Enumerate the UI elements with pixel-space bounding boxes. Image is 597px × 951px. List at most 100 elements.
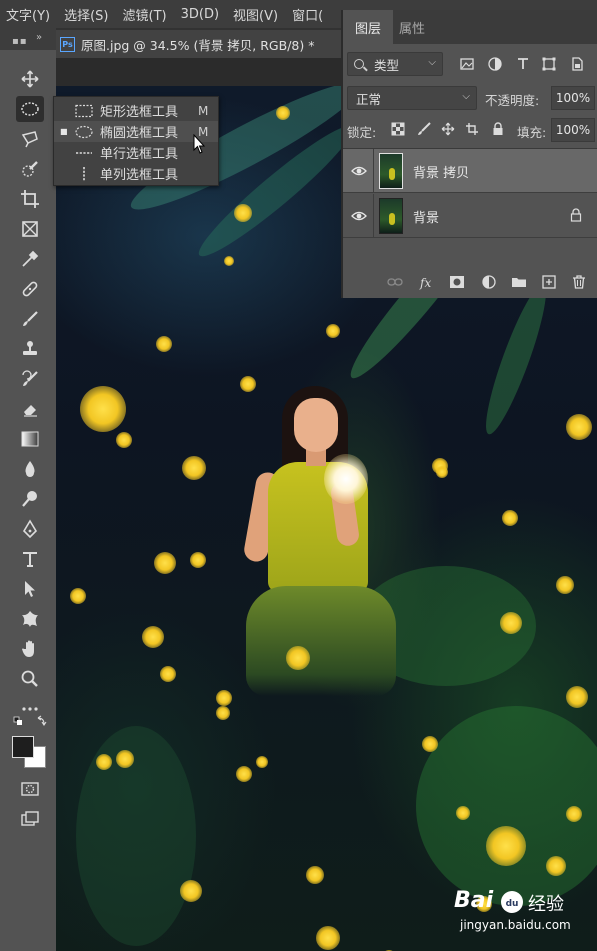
flyout-item-rect-marquee[interactable]: 矩形选框工具 M [54,100,218,121]
watermark-chinese: 经验 [528,894,564,915]
firefly-bokeh [502,510,518,526]
lock-all-icon[interactable] [491,122,505,136]
firefly-bokeh [142,626,164,648]
filter-type-icon[interactable] [515,56,531,72]
watermark-brand-text: Bai [454,888,494,913]
foliage [476,279,556,439]
history-brush-tool-icon[interactable] [16,366,44,392]
menu-select[interactable]: 选择(S) [58,5,116,24]
type-tool-icon[interactable] [16,546,44,572]
brush-tool-icon[interactable] [16,306,44,332]
fill-input[interactable]: 100% [551,118,595,142]
healing-brush-tool-icon[interactable] [16,276,44,302]
swap-colors-icon[interactable] [10,714,50,730]
watermark-url: jingyan.baidu.com [460,918,571,932]
path-selection-tool-icon[interactable] [16,576,44,602]
quick-mask-icon[interactable] [16,776,44,802]
selected-bullet-icon: ■ [60,127,68,136]
search-icon [354,59,364,69]
menu-type[interactable]: 文字(Y) [0,5,58,24]
menu-3d[interactable]: 3D(D) [175,7,227,22]
layer-filter-select[interactable]: 类型 ⌵ [347,52,443,76]
move-tool-icon[interactable] [16,66,44,92]
layer-row-background-copy[interactable]: 背景 拷贝 [343,149,597,193]
mouse-cursor-icon [193,133,207,156]
menu-window[interactable]: 窗口( [286,5,331,24]
foreground-color-swatch[interactable] [12,736,34,758]
lock-icon[interactable] [569,208,583,222]
layer-thumbnail [379,198,403,234]
lock-image-pixels-icon[interactable] [417,122,431,136]
lock-artboard-icon[interactable] [465,122,479,136]
watermark-brand: Bai [454,888,493,913]
firefly-bokeh [182,456,206,480]
firefly-bokeh [286,646,310,670]
single-column-marquee-icon [74,166,94,181]
screen-mode-icon[interactable] [16,806,44,832]
firefly-bokeh [116,750,134,768]
blend-mode-select[interactable]: 正常 ⌵ [347,86,477,110]
rect-marquee-icon [74,104,94,118]
adjustment-layer-icon[interactable] [481,274,497,290]
firefly-bokeh [306,866,324,884]
blur-tool-icon[interactable] [16,456,44,482]
hand-tool-icon[interactable] [16,636,44,662]
lock-position-icon[interactable] [441,122,455,136]
flyout-item-label: 椭圆选框工具 [100,126,179,141]
shortcut-key: M [198,103,209,118]
tab-layers[interactable]: 图层 [343,10,393,44]
watermark-brand-suffix: du [506,899,519,909]
firefly-bokeh [240,376,256,392]
foliage [76,726,196,946]
eraser-tool-icon[interactable] [16,396,44,422]
custom-shape-tool-icon[interactable] [16,606,44,632]
lock-transparent-pixels-icon[interactable] [391,122,405,136]
link-layers-icon[interactable] [387,274,403,290]
firefly-bokeh [234,204,252,222]
delete-layer-icon[interactable] [571,274,587,290]
add-mask-icon[interactable] [449,274,465,290]
elliptical-marquee-tool-icon[interactable] [16,96,44,122]
zoom-tool-icon[interactable] [16,666,44,692]
tab-properties[interactable]: 属性 [399,10,439,44]
crop-tool-icon[interactable] [16,186,44,212]
clone-stamp-tool-icon[interactable] [16,336,44,362]
menu-filter[interactable]: 滤镜(T) [117,5,175,24]
new-group-icon[interactable] [511,274,527,290]
firefly-bokeh [456,806,470,820]
eyedropper-tool-icon[interactable] [16,246,44,272]
lasso-tool-icon[interactable] [16,126,44,152]
divider [373,149,374,193]
layer-row-background[interactable]: 背景 [343,194,597,238]
light-glow [324,454,368,504]
collapse-icon[interactable]: » [36,32,42,43]
chevron-down-icon: ⌵ [428,57,436,68]
frame-tool-icon[interactable] [16,216,44,242]
eye-icon[interactable] [351,163,367,179]
filter-value: 类型 [374,57,400,73]
baidu-watermark: Bai du 经验 jingyan.baidu.com [454,888,594,944]
filter-shape-icon[interactable] [541,56,557,72]
opacity-input[interactable]: 100% [551,86,595,110]
firefly-bokeh [326,324,340,338]
eye-icon[interactable] [351,208,367,224]
firefly-bokeh [566,806,582,822]
menu-view[interactable]: 视图(V) [227,5,286,24]
layer-style-icon[interactable]: fx [419,274,435,290]
quick-selection-tool-icon[interactable] [16,156,44,182]
dodge-tool-icon[interactable] [16,486,44,512]
flyout-item-single-column-marquee[interactable]: 单列选框工具 [54,163,218,184]
pen-tool-icon[interactable] [16,516,44,542]
firefly-bokeh [236,766,252,782]
filter-smart-object-icon[interactable] [569,56,585,72]
firefly-bokeh [500,612,522,634]
new-layer-icon[interactable] [541,274,557,290]
grip-icon[interactable]: ▪▪ [12,36,28,47]
firefly-bokeh [422,736,438,752]
firefly-bokeh [546,856,566,876]
gradient-tool-icon[interactable] [16,426,44,452]
filter-pixel-icon[interactable] [459,56,475,72]
filter-adjustment-icon[interactable] [487,56,503,72]
svg-text:fx: fx [419,276,431,290]
document-tab[interactable]: Ps 原图.jpg @ 34.5% (背景 拷贝, RGB/8) * [56,30,341,58]
